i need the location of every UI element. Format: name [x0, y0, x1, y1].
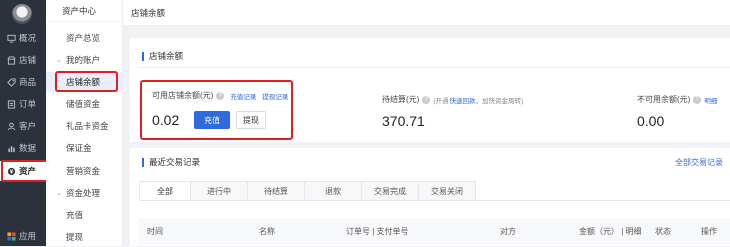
list-icon	[6, 99, 17, 110]
user-icon	[6, 121, 17, 132]
apps-icon	[6, 231, 17, 242]
page-header: 店铺余额	[123, 0, 730, 26]
tab-pending-settlement[interactable]: 待结算	[248, 181, 305, 201]
sidebar-item-goods[interactable]: 商品	[0, 72, 46, 92]
subnav-item-deposit[interactable]: 储值资金	[46, 94, 123, 114]
column-order-number: 订单号 | 支付单号	[346, 226, 409, 236]
sidebar-item-label: 店铺	[19, 55, 37, 65]
sidebar-item-label: 应用	[19, 231, 37, 241]
chart-icon	[6, 143, 17, 154]
subnav-item-gift-card[interactable]: 礼品卡资金	[46, 116, 123, 136]
tab-all[interactable]: 全部	[139, 181, 191, 201]
sidebar-item-label: 订单	[19, 99, 37, 109]
shop-icon	[6, 55, 17, 66]
unavailable-label-row: 不可用余额(元) ? 明细	[637, 94, 717, 105]
column-time: 时间	[147, 226, 163, 236]
column-amount: 金额（元） | 明细	[579, 226, 642, 236]
column-name: 名称	[259, 226, 275, 236]
sidebar-item-label: 商品	[19, 77, 37, 87]
unavailable-detail-link[interactable]: 明细	[704, 95, 717, 105]
chevron-down-icon: ⌄	[56, 57, 62, 64]
column-counterparty: 对方	[500, 226, 516, 236]
help-icon[interactable]: ?	[693, 95, 702, 104]
subnav-group-fund-processing[interactable]: ⌄ 资金处理	[46, 183, 123, 203]
pending-label-row: 待结算(元) ? (开通 快速回款 ，加快资金周转)	[382, 94, 523, 105]
section-marker	[142, 157, 144, 167]
sidebar-item-customers[interactable]: 客户	[0, 116, 46, 136]
tab-divider	[139, 200, 730, 201]
subnav-item-guarantee[interactable]: 保证金	[46, 138, 123, 158]
subnav-item-withdraw[interactable]: 提现	[46, 227, 123, 247]
sidebar-item-apps[interactable]: 应用	[0, 226, 46, 246]
highlight-box-shop-balance	[55, 71, 118, 92]
sidebar-item-overview[interactable]: 概况	[0, 28, 46, 48]
unavailable-label: 不可用余额(元)	[637, 95, 691, 104]
balance-section-title: 店铺余额	[142, 50, 183, 62]
transactions-section-title: 最近交易记录	[142, 156, 200, 168]
divider	[138, 67, 730, 68]
pending-value-row: 370.71	[382, 113, 425, 129]
section-title-text: 最近交易记录	[149, 157, 201, 167]
pending-note-suffix: ，加快资金周转)	[475, 97, 524, 105]
transaction-tabs: 全部 进行中 待结算 退款 交易完成 交易关闭	[139, 181, 476, 201]
sidebar-item-label: 数据	[19, 143, 37, 153]
section-marker	[142, 51, 144, 61]
subnav-item-marketing[interactable]: 营销资金	[46, 161, 123, 181]
page-title: 店铺余额	[131, 7, 166, 18]
column-action: 操作	[701, 226, 717, 236]
tab-completed[interactable]: 交易完成	[362, 181, 419, 201]
fast-payback-link[interactable]: 快速回款	[450, 95, 476, 105]
all-records-link[interactable]: 全部交易记录	[675, 157, 723, 168]
pending-value: 370.71	[382, 113, 425, 129]
table-header: 时间 名称 订单号 | 支付单号 对方 金额（元） | 明细 状态 操作	[139, 218, 730, 244]
help-icon[interactable]: ?	[422, 95, 431, 104]
highlight-box-available-balance	[140, 80, 293, 140]
unavailable-value-row: 0.00	[637, 113, 664, 129]
tab-in-progress[interactable]: 进行中	[191, 181, 248, 201]
transactions-card: 最近交易记录 全部交易记录 全部 进行中 待结算 退款 交易完成 交易关闭 时间…	[130, 148, 730, 246]
sidebar-item-shop[interactable]: 店铺	[0, 50, 46, 70]
column-status: 状态	[655, 226, 671, 236]
tab-closed[interactable]: 交易关闭	[419, 181, 476, 201]
tag-icon	[6, 77, 17, 88]
sidebar-item-label: 客户	[19, 121, 37, 131]
shop-avatar[interactable]	[12, 4, 32, 24]
unavailable-value: 0.00	[637, 113, 665, 129]
subnav-item-overview[interactable]: 资产总览	[46, 28, 123, 48]
chevron-down-icon: ⌄	[56, 190, 62, 197]
secondary-sidebar: 资产中心 资产总览 ⌄ 我的账户 店铺余额 储值资金 礼品卡资金 保证金 营销资…	[46, 0, 123, 246]
sidebar-item-data[interactable]: 数据	[0, 138, 46, 158]
sidebar-item-orders[interactable]: 订单	[0, 94, 46, 114]
tab-refund[interactable]: 退款	[305, 181, 362, 201]
subnav-group-label: 资金处理	[66, 188, 101, 198]
subnav-group-my-account[interactable]: ⌄ 我的账户	[46, 50, 123, 70]
primary-sidebar: 概况 店铺 商品 订单 客户 数据 ¥ 资产 应用	[0, 0, 48, 246]
subnav-group-label: 我的账户	[66, 55, 101, 65]
subnav-item-recharge[interactable]: 充值	[46, 205, 123, 225]
pending-label: 待结算(元)	[382, 95, 420, 104]
section-title-text: 店铺余额	[149, 51, 184, 61]
highlight-box-assets	[1, 160, 48, 182]
pending-note-prefix: (开通	[433, 97, 449, 105]
subnav-header: 资产中心	[46, 0, 123, 22]
monitor-icon	[6, 33, 17, 44]
sidebar-item-label: 概况	[19, 33, 37, 43]
